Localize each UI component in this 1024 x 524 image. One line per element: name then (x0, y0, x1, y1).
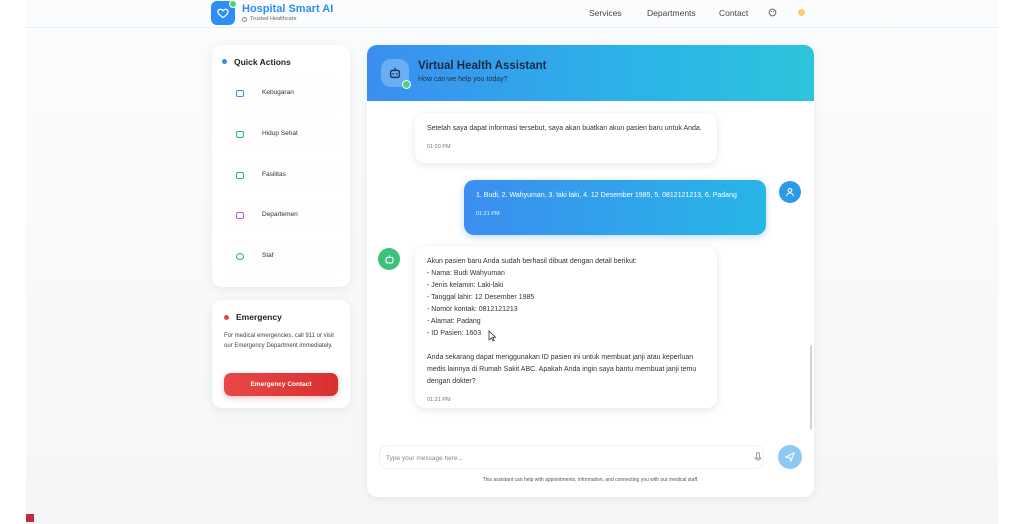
quick-action-kebugaran[interactable]: Kebugaran (224, 78, 338, 110)
microphone-icon[interactable] (754, 452, 762, 462)
message-line: - Jenis kelamin: Laki-laki (427, 282, 504, 289)
user-icon (786, 187, 794, 197)
mouse-cursor-icon (488, 330, 496, 342)
assistant-message: Setelah saya dapat informasi tersebut, s… (415, 113, 717, 163)
quick-action-label: Staf (262, 252, 274, 259)
emergency-dot (224, 315, 229, 320)
brand-subtitle-text: Trusted Healthcare (250, 16, 297, 22)
chat-subtitle: How can we help you today? (418, 76, 508, 83)
quick-action-fasilitas[interactable]: Fasilitas (224, 160, 338, 192)
emergency-text: For medical emergencies, call 911 or vis… (224, 333, 334, 349)
message-line: Akun pasien baru Anda sudah berhasil dib… (427, 258, 637, 265)
message-input-container (379, 445, 764, 469)
message-text: 1. Budi, 2. Wahyuman, 3. laki laki, 4. 1… (476, 192, 737, 199)
message-time: 01:21 PM (427, 397, 451, 403)
quick-actions-title: Quick Actions (234, 57, 291, 67)
quick-action-label: Departemen (262, 211, 298, 218)
nav-departments[interactable]: Departments (647, 8, 696, 18)
emergency-title: Emergency (236, 312, 282, 322)
chat-panel: Virtual Health Assistant How can we help… (367, 45, 814, 497)
heart-icon (236, 131, 244, 138)
message-line: - ID Pasien: 1603 (427, 330, 482, 337)
send-icon (785, 452, 795, 462)
nav-services[interactable]: Services (589, 8, 622, 18)
quick-actions-dot (222, 59, 227, 64)
users-icon (236, 253, 244, 260)
shield-icon (242, 16, 247, 22)
message-line: - Nama: Budi Wahyuman (427, 270, 505, 277)
chat-title: Virtual Health Assistant (418, 60, 547, 72)
user-message: 1. Budi, 2. Wahyuman, 3. laki laki, 4. 1… (464, 180, 766, 235)
top-navbar (26, 0, 998, 28)
quick-action-label: Fasilitas (262, 171, 286, 178)
send-button[interactable] (778, 445, 802, 469)
robot-icon (385, 254, 393, 263)
assistant-message: Akun pasien baru Anda sudah berhasil dib… (415, 246, 717, 408)
bed-icon (236, 172, 244, 179)
assistant-avatar (378, 248, 400, 270)
message-line: - Tanggal lahir: 12 Desember 1985 (427, 294, 535, 301)
monitor-icon (236, 90, 244, 97)
message-time: 01:21 PM (476, 211, 500, 217)
quick-action-departemen[interactable]: Departemen (224, 200, 338, 232)
message-time: 01:20 PM (427, 144, 451, 150)
logo-status-dot (229, 0, 237, 8)
emergency-contact-button[interactable]: Emergency Contact (224, 373, 338, 396)
quick-action-label: Kebugaran (262, 89, 294, 96)
nav-contact[interactable]: Contact (719, 8, 748, 18)
quick-action-staf[interactable]: Staf (224, 241, 338, 273)
message-list: Setelah saya dapat informasi tersebut, s… (367, 101, 814, 431)
quick-action-label: Hidup Sehat (262, 130, 298, 137)
chat-scrollbar[interactable] (810, 345, 812, 430)
message-line: Anda sekarang dapat menggunakan ID pasie… (427, 354, 697, 385)
sun-icon[interactable] (798, 9, 805, 16)
message-text: Setelah saya dapat informasi tersebut, s… (427, 125, 702, 132)
message-line: - Alamat: Padang (427, 318, 481, 325)
message-input[interactable] (386, 450, 746, 466)
building-icon (236, 212, 244, 219)
chat-header: Virtual Health Assistant How can we help… (367, 45, 814, 101)
brand-subtitle: Trusted Healthcare (242, 16, 297, 22)
quick-actions-card: Quick Actions Kebugaran Hidup Sehat Fasi… (212, 45, 350, 287)
assistant-disclaimer: This assistant can help with appointment… (482, 477, 699, 483)
brand-title[interactable]: Hospital Smart AI (242, 3, 333, 15)
online-status-dot (402, 80, 411, 89)
app-badge-icon (26, 514, 34, 522)
emergency-card: Emergency For medical emergencies, call … (212, 300, 350, 408)
heart-shield-icon (217, 8, 229, 19)
palette-icon[interactable] (768, 8, 777, 17)
robot-icon (389, 67, 401, 79)
user-avatar (779, 181, 801, 203)
quick-action-hidup-sehat[interactable]: Hidup Sehat (224, 119, 338, 151)
message-line: - Nomor kontak: 0812121213 (427, 306, 518, 313)
